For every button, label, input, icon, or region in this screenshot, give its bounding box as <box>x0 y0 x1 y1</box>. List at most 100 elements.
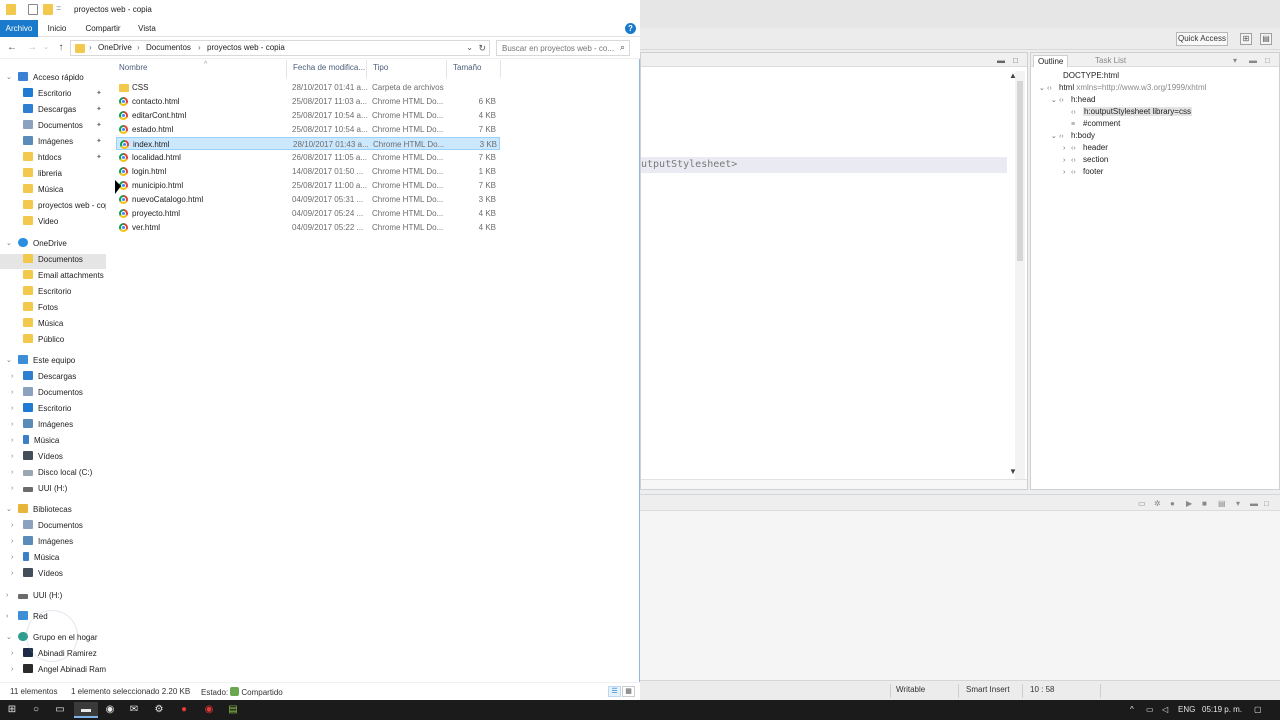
tab-inicio[interactable]: Inicio <box>40 20 74 37</box>
network-tray-icon[interactable]: ▭ <box>1146 705 1154 714</box>
nav-item-lib-musica[interactable]: › Música <box>11 550 59 565</box>
clock[interactable]: 05:19 p. m. <box>1202 705 1242 714</box>
address-bar[interactable]: › OneDrive › Documentos › proyectos web … <box>70 40 490 56</box>
notepad-taskbar-icon[interactable]: ▤ <box>221 702 245 718</box>
file-explorer-taskbar-icon[interactable]: ▬ <box>74 702 98 718</box>
expand-icon[interactable]: › <box>11 401 19 416</box>
nav-item-documentos[interactable]: Documentos ✦ <box>23 118 102 133</box>
expand-icon[interactable]: › <box>11 385 19 400</box>
nav-item-imagenes[interactable]: Imágenes ✦ <box>23 134 102 149</box>
nav-quick-access[interactable]: ⌄ Acceso rápido <box>6 70 84 85</box>
nav-item-pc-escritorio[interactable]: › Escritorio <box>11 401 71 416</box>
opera-taskbar-icon[interactable]: ● <box>172 702 196 718</box>
volume-icon[interactable]: ◁ <box>1162 705 1168 714</box>
run-icon[interactable]: ● <box>1170 499 1175 508</box>
column-header-date[interactable]: Fecha de modifica... <box>288 60 366 76</box>
expand-icon[interactable]: › <box>11 481 19 496</box>
nav-this-pc[interactable]: ⌄ Este equipo <box>6 353 75 368</box>
column-divider[interactable] <box>286 60 287 78</box>
nav-item-disco-local-c[interactable]: › Disco local (C:) <box>11 465 92 480</box>
nav-item-musica[interactable]: Música <box>23 182 63 197</box>
expand-icon[interactable]: › <box>11 646 19 661</box>
scroll-thumb[interactable] <box>1017 81 1023 261</box>
panel-maximize-icon[interactable]: □ <box>1264 499 1269 508</box>
open-perspective-icon[interactable]: ⊞ <box>1240 33 1252 45</box>
details-view-icon[interactable]: ☰ <box>608 686 621 697</box>
tab-archivo[interactable]: Archivo <box>0 20 38 37</box>
pin-icon[interactable]: ✦ <box>96 134 102 149</box>
expand-icon[interactable]: › <box>11 449 19 464</box>
breadcrumb-documentos[interactable]: Documentos <box>146 41 191 55</box>
notifications-icon[interactable]: ▢ <box>1254 705 1262 714</box>
tab-outline[interactable]: Outline <box>1033 55 1069 67</box>
nav-item-pc-musica[interactable]: › Música <box>11 433 59 448</box>
nav-item-escritorio[interactable]: Escritorio ✦ <box>23 86 102 101</box>
nav-uui-h-drive[interactable]: › UUI (H:) <box>6 588 62 603</box>
nav-item-lib-documentos[interactable]: › Documentos <box>11 518 83 533</box>
app-taskbar-icon[interactable]: ◉ <box>197 702 221 718</box>
settings-icon[interactable]: ✲ <box>1154 499 1161 508</box>
mail-taskbar-icon[interactable]: ✉ <box>122 702 146 718</box>
outline-node-selected[interactable]: ‹› h:outputStylesheet library=css <box>1071 106 1192 118</box>
cortana-search-icon[interactable]: ○ <box>24 702 48 718</box>
column-divider[interactable] <box>500 60 501 78</box>
outline-maximize-icon[interactable]: □ <box>1265 55 1270 67</box>
chevron-right-icon[interactable]: › <box>137 41 140 55</box>
collapse-icon[interactable]: ⌄ <box>6 70 14 85</box>
nav-item-onedrive-documentos[interactable]: Documentos <box>23 252 83 267</box>
collapse-icon[interactable]: ⌄ <box>6 353 14 368</box>
nav-item-video[interactable]: Video <box>23 214 58 229</box>
pin-icon[interactable]: ✦ <box>96 102 102 117</box>
expand-icon[interactable]: › <box>11 566 19 581</box>
java-ee-perspective-icon[interactable]: ▤ <box>1260 33 1272 45</box>
column-divider[interactable] <box>446 60 447 78</box>
tab-compartir[interactable]: Compartir <box>80 20 126 37</box>
outline-node[interactable]: ⌄ ‹› html xmlns=http://www.w3.org/1999/xht… <box>1039 82 1206 94</box>
console-icon[interactable]: ▭ <box>1138 499 1146 508</box>
outline-minimize-icon[interactable]: ▬ <box>1249 55 1257 67</box>
scroll-down-arrow-icon[interactable]: ▼ <box>1009 467 1017 476</box>
column-divider[interactable] <box>366 60 367 78</box>
clear-icon[interactable]: ▤ <box>1218 499 1226 508</box>
stop-icon[interactable]: ■ <box>1202 499 1207 508</box>
outline-node[interactable]: › ‹› header <box>1063 142 1108 154</box>
minimize-icon[interactable]: ▬ <box>997 56 1005 65</box>
tab-task-list[interactable]: Task List <box>1095 55 1126 67</box>
tab-vista[interactable]: Vista <box>132 20 162 37</box>
file-row-selected[interactable]: index.html 28/10/2017 01:43 a... Chrome HT… <box>116 137 500 150</box>
expand-icon[interactable]: › <box>11 369 19 384</box>
pin-icon[interactable]: ✦ <box>96 86 102 101</box>
expand-icon[interactable]: › <box>11 662 19 677</box>
nav-item-publico[interactable]: Público <box>23 332 64 347</box>
nav-item-fotos[interactable]: Fotos <box>23 300 58 315</box>
editor-vertical-scrollbar[interactable] <box>1015 71 1025 481</box>
show-hidden-icons-icon[interactable]: ^ <box>1130 705 1134 714</box>
search-box[interactable]: ⌕ <box>496 40 630 56</box>
column-header-name[interactable]: ^ Nombre <box>114 60 286 76</box>
breadcrumb-proyectos-web-copia[interactable]: proyectos web - copia <box>207 41 285 55</box>
nav-item-libreria[interactable]: libreria <box>23 166 62 181</box>
expand-icon[interactable]: › <box>6 609 14 624</box>
large-icons-view-icon[interactable]: ▦ <box>622 686 635 697</box>
file-row[interactable]: municipio.html 25/08/2017 11:00 a... Chrom… <box>116 179 500 192</box>
customize-quick-access-icon[interactable]: = <box>56 3 61 13</box>
outline-node[interactable]: › ‹› footer <box>1063 166 1103 178</box>
chrome-taskbar-icon[interactable]: ◉ <box>98 702 122 718</box>
file-row[interactable]: CSS 28/10/2017 01:41 a... Carpeta de archi… <box>116 81 500 94</box>
breadcrumb-onedrive[interactable]: OneDrive <box>98 41 132 55</box>
pin-icon[interactable]: ✦ <box>96 150 102 165</box>
eclipse-taskbar-icon[interactable]: ⚙ <box>147 702 171 718</box>
outline-node[interactable]: DOCTYPE:html <box>1051 70 1119 82</box>
nav-item-pc-descargas[interactable]: › Descargas <box>11 369 76 384</box>
nav-item-proyectos-web-copia[interactable]: proyectos web - copia <box>23 198 106 213</box>
collapse-icon[interactable]: ⌄ <box>6 236 14 251</box>
expand-icon[interactable]: › <box>11 433 19 448</box>
panel-minimize-icon[interactable]: ▬ <box>1250 499 1258 508</box>
explorer-titlebar[interactable]: = proyectos web - copia <box>0 0 640 20</box>
recent-locations-icon[interactable]: ⌄ <box>40 41 52 54</box>
scroll-up-arrow-icon[interactable]: ▲ <box>1009 71 1017 80</box>
expand-icon[interactable]: › <box>11 518 19 533</box>
file-row[interactable]: localidad.html 26/08/2017 11:05 a... Chrom… <box>116 151 500 164</box>
file-row[interactable]: ver.html 04/09/2017 05:22 ... Chrome HTML … <box>116 221 500 234</box>
forward-arrow-icon[interactable]: → <box>26 41 38 54</box>
